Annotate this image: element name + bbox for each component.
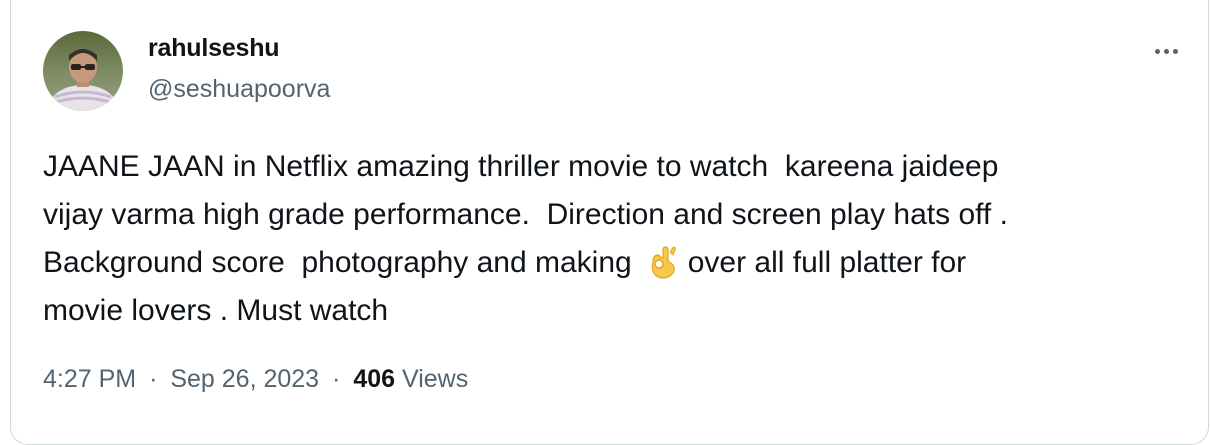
tweet-text-line: JAANE JAAN in Netflix amazing thriller m… <box>43 150 999 183</box>
tweet-card[interactable]: rahulseshu @seshuapoorva JAANE JAAN in N… <box>10 0 1209 445</box>
more-dot <box>1163 48 1169 54</box>
tweet-text-line: Background score photography and making … <box>43 239 1163 287</box>
more-dot <box>1172 48 1178 54</box>
views-count: 406 <box>353 365 396 393</box>
meta-separator: · <box>332 365 341 393</box>
user-handle[interactable]: @seshuapoorva <box>148 75 330 104</box>
tweet-date[interactable]: Sep 26, 2023 <box>170 365 319 393</box>
ok-hand-emoji-icon <box>644 242 678 280</box>
more-options-button[interactable] <box>1146 35 1186 67</box>
tweet-text-segment: over all full platter for <box>687 246 967 279</box>
tweet-time[interactable]: 4:27 PM <box>43 365 136 393</box>
tweet-text-line: vijay varma high grade performance. Dire… <box>43 198 1008 231</box>
avatar[interactable] <box>43 31 123 111</box>
avatar-image <box>43 31 123 111</box>
tweet-text-line: movie lovers . Must watch <box>43 294 389 327</box>
tweet-text: JAANE JAAN in Netflix amazing thriller m… <box>43 143 1163 335</box>
meta-separator: · <box>149 365 158 393</box>
more-dots-icon <box>1154 48 1160 54</box>
display-name[interactable]: rahulseshu <box>148 34 280 63</box>
tweet-text-segment: Background score photography and making <box>43 246 632 279</box>
views-label: Views <box>402 365 469 393</box>
tweet-meta: 4:27 PM · Sep 26, 2023 · 406 Views <box>43 365 468 394</box>
